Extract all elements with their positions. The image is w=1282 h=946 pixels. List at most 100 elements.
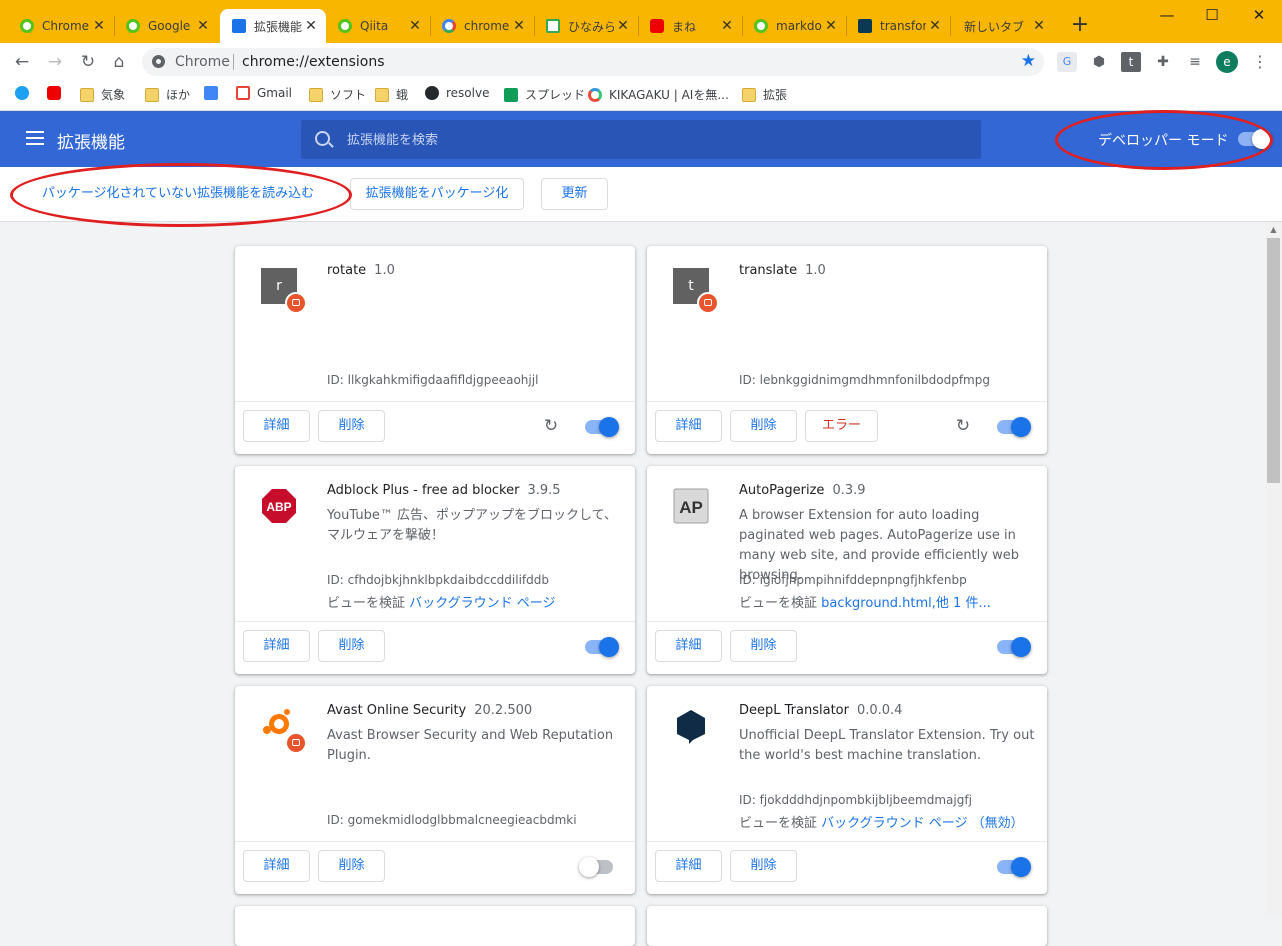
url-text[interactable]: chrome://extensions [242, 54, 385, 70]
bookmark-folder-hoka[interactable]: ほか [145, 86, 190, 103]
developer-mode-label: デベロッパー モード [1098, 133, 1229, 149]
back-button[interactable]: ← [9, 49, 35, 75]
hf-icon [858, 19, 872, 33]
remove-button[interactable]: 削除 [318, 850, 385, 882]
bookmark-label: ソフト [330, 88, 367, 102]
close-icon[interactable]: ✕ [718, 18, 736, 34]
chrome-icon [20, 19, 34, 33]
details-button[interactable]: 詳細 [243, 410, 310, 442]
remove-button[interactable]: 削除 [730, 630, 797, 662]
details-button[interactable]: 詳細 [243, 630, 310, 662]
tab-new[interactable]: 新しいタブ ✕ [950, 9, 1054, 43]
bookmark-twitter[interactable] [15, 86, 36, 100]
tab-extensions[interactable]: 拡張機能 ✕ [220, 9, 326, 43]
folder-icon [145, 87, 159, 102]
details-button[interactable]: 詳細 [655, 630, 722, 662]
extension-name: AutoPagerize [739, 483, 825, 498]
bookmark-translate[interactable] [204, 86, 225, 100]
close-icon[interactable]: ✕ [302, 18, 320, 34]
translate-t-extension-icon[interactable]: t [1121, 52, 1141, 72]
reload-icon[interactable]: ↻ [541, 416, 561, 436]
remove-button[interactable]: 削除 [730, 850, 797, 882]
close-icon[interactable]: ✕ [90, 18, 108, 34]
enable-toggle[interactable] [997, 417, 1031, 437]
bookmark-resolve[interactable]: resolve [425, 86, 489, 100]
search-input[interactable] [345, 129, 949, 151]
close-icon[interactable]: ✕ [822, 18, 840, 34]
remove-button[interactable]: 削除 [318, 630, 385, 662]
tab-transformers[interactable]: transfor ✕ [846, 9, 950, 43]
background-page-link[interactable]: バックグラウンド ページ [409, 596, 555, 611]
reload-button[interactable]: ↻ [75, 49, 101, 75]
background-page-link[interactable]: バックグラウンド ページ （無効） [821, 816, 1024, 831]
hexagon-extension-icon[interactable]: ⬢ [1089, 52, 1109, 72]
enable-toggle[interactable] [579, 857, 613, 877]
scrollbar-thumb[interactable] [1267, 238, 1280, 483]
puzzle-icon[interactable]: ✚ [1153, 52, 1173, 72]
enable-toggle[interactable] [585, 637, 619, 657]
search-box[interactable] [301, 120, 981, 159]
enable-toggle[interactable] [997, 857, 1031, 877]
extensions-header: 拡張機能 デベロッパー モード [0, 111, 1282, 167]
enable-toggle[interactable] [585, 417, 619, 437]
bookmark-kikagaku[interactable]: KIKAGAKU | AIを無... [588, 86, 729, 103]
tab-markdown[interactable]: markdo ✕ [742, 9, 846, 43]
enable-toggle[interactable] [997, 637, 1031, 657]
reload-icon[interactable]: ↻ [953, 416, 973, 436]
bookmark-star-icon[interactable]: ★ [1021, 51, 1036, 71]
bookmark-gmail[interactable]: Gmail [236, 86, 292, 100]
update-button[interactable]: 更新 [541, 178, 608, 210]
menu-icon[interactable] [26, 131, 44, 145]
tab-qiita[interactable]: Qiita ✕ [326, 9, 430, 43]
bookmark-folder-kakucho[interactable]: 拡張 [742, 86, 787, 103]
search-icon [315, 131, 330, 146]
translate-extension-icon[interactable]: G [1057, 52, 1077, 72]
extension-name-row: DeepL Translator 0.0.0.4 [739, 703, 902, 718]
tab-chrome[interactable]: Chrome ✕ [8, 9, 114, 43]
background-page-link[interactable]: background.html,他 1 件... [821, 596, 991, 611]
bookmark-folder-soft[interactable]: ソフト [309, 86, 366, 103]
bookmark-folder-ga[interactable]: 蛾 [375, 86, 408, 103]
google-icon [442, 19, 456, 33]
close-icon[interactable]: ✕ [1030, 18, 1048, 34]
remove-button[interactable]: 削除 [730, 410, 797, 442]
pack-extension-button[interactable]: 拡張機能をパッケージ化 [350, 178, 524, 210]
card-footer: 詳細 削除 ↻ [235, 401, 635, 454]
close-icon[interactable]: ✕ [406, 18, 424, 34]
tab-google[interactable]: Google ✕ [114, 9, 218, 43]
youtube-icon [47, 86, 61, 100]
details-button[interactable]: 詳細 [243, 850, 310, 882]
close-icon[interactable]: ✕ [614, 18, 632, 34]
new-tab-button[interactable]: + [1068, 12, 1092, 38]
address-bar[interactable]: Chrome chrome://extensions ★ [142, 48, 1044, 76]
close-icon[interactable]: ✕ [926, 18, 944, 34]
tab-title: まね [672, 19, 697, 34]
close-icon[interactable]: ✕ [510, 18, 528, 34]
load-unpacked-button[interactable]: パッケージ化されていない拡張機能を読み込む [25, 178, 331, 210]
bookmark-spreadsheet[interactable]: スプレッド [504, 86, 585, 103]
abp-icon: ABP [262, 489, 296, 523]
details-button[interactable]: 詳細 [655, 850, 722, 882]
home-button[interactable]: ⌂ [106, 49, 132, 75]
tab-hinamira[interactable]: ひなみら ✕ [534, 9, 638, 43]
profile-avatar[interactable]: e [1216, 51, 1238, 73]
scroll-up-arrow[interactable]: ▲ [1265, 224, 1282, 236]
forward-button[interactable]: → [42, 49, 68, 75]
more-menu-icon[interactable]: ⋮ [1250, 52, 1270, 72]
tab-title: markdo [776, 19, 822, 33]
bookmark-youtube[interactable] [47, 86, 68, 100]
media-queue-icon[interactable]: ≡ [1185, 52, 1205, 72]
tab-chrome-search[interactable]: chrome ✕ [430, 9, 534, 43]
maximize-button[interactable]: ☐ [1189, 2, 1235, 28]
window-close-button[interactable]: ✕ [1236, 2, 1282, 28]
tab-mane[interactable]: まね ✕ [638, 9, 742, 43]
remove-button[interactable]: 削除 [318, 410, 385, 442]
details-button[interactable]: 詳細 [655, 410, 722, 442]
developer-mode-toggle[interactable] [1238, 129, 1272, 149]
tab-title: 拡張機能 [254, 19, 302, 34]
errors-button[interactable]: エラー [805, 410, 878, 442]
extension-card-partial [235, 906, 635, 946]
minimize-button[interactable]: — [1144, 2, 1190, 28]
close-icon[interactable]: ✕ [194, 18, 212, 34]
bookmark-folder-kisho[interactable]: 気象 [80, 86, 125, 103]
